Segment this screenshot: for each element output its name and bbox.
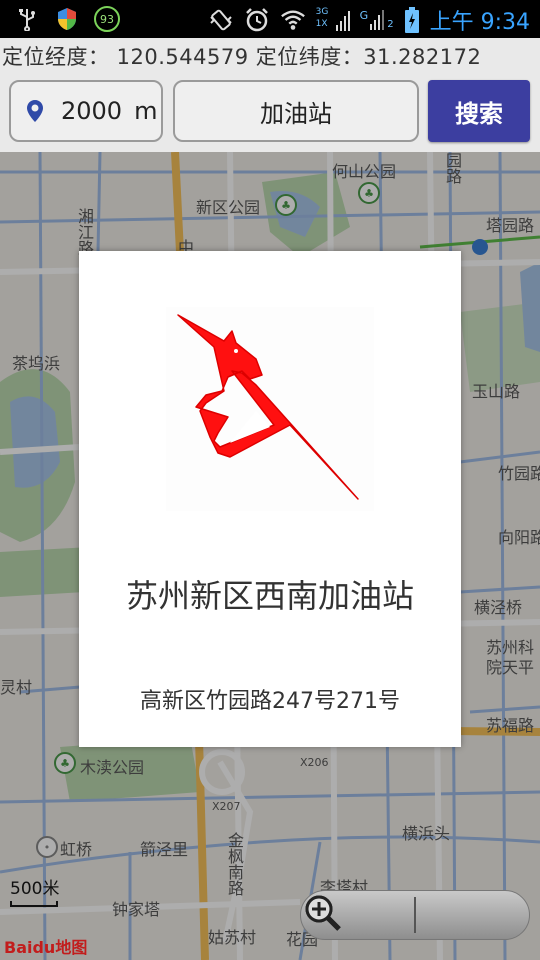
unicorn-logo-icon (177, 314, 359, 500)
map-scale: 500米 (10, 874, 59, 907)
usb-icon (14, 6, 40, 32)
zoom-in-button[interactable] (305, 891, 529, 939)
status-bar: 93 3G 1X G 2 上午 9:34 (0, 0, 540, 38)
search-button[interactable]: 搜索 (428, 80, 530, 142)
station-name: 苏州新区西南加油站 (125, 577, 414, 615)
location-pin-icon (25, 99, 45, 123)
station-detail-dialog[interactable]: 苏州新区西南加油站 高新区竹园路247号271号 (79, 251, 461, 747)
battery-level-badge: 93 (94, 6, 120, 32)
signal-g-icon: G 2 (359, 9, 394, 30)
shield-icon (54, 6, 80, 32)
station-address: 高新区竹园路247号271号 (140, 689, 400, 714)
map-scale-bar (10, 901, 58, 907)
station-logo (166, 307, 374, 511)
baidu-map-logo: Baidu地图 (4, 938, 88, 957)
clock: 上午 9:34 (429, 10, 530, 35)
radius-value: 2000 (61, 97, 123, 125)
battery-charging-icon (404, 7, 420, 33)
radius-input[interactable]: 2000 m (9, 80, 163, 142)
map-scale-label: 500米 (10, 879, 60, 899)
zoom-control (300, 890, 530, 940)
keyword-input[interactable]: 加油站 (173, 80, 419, 142)
location-readout: 定位经度： 120.544579 定位纬度：31.282172 (0, 38, 540, 70)
vibrate-icon (208, 7, 234, 33)
alarm-icon (244, 7, 270, 33)
signal-3g-icon: 3G 1X (316, 7, 350, 33)
wifi-icon (280, 7, 306, 33)
radius-unit: m (134, 97, 158, 125)
search-toolbar: 2000 m 加油站 搜索 (0, 70, 540, 152)
